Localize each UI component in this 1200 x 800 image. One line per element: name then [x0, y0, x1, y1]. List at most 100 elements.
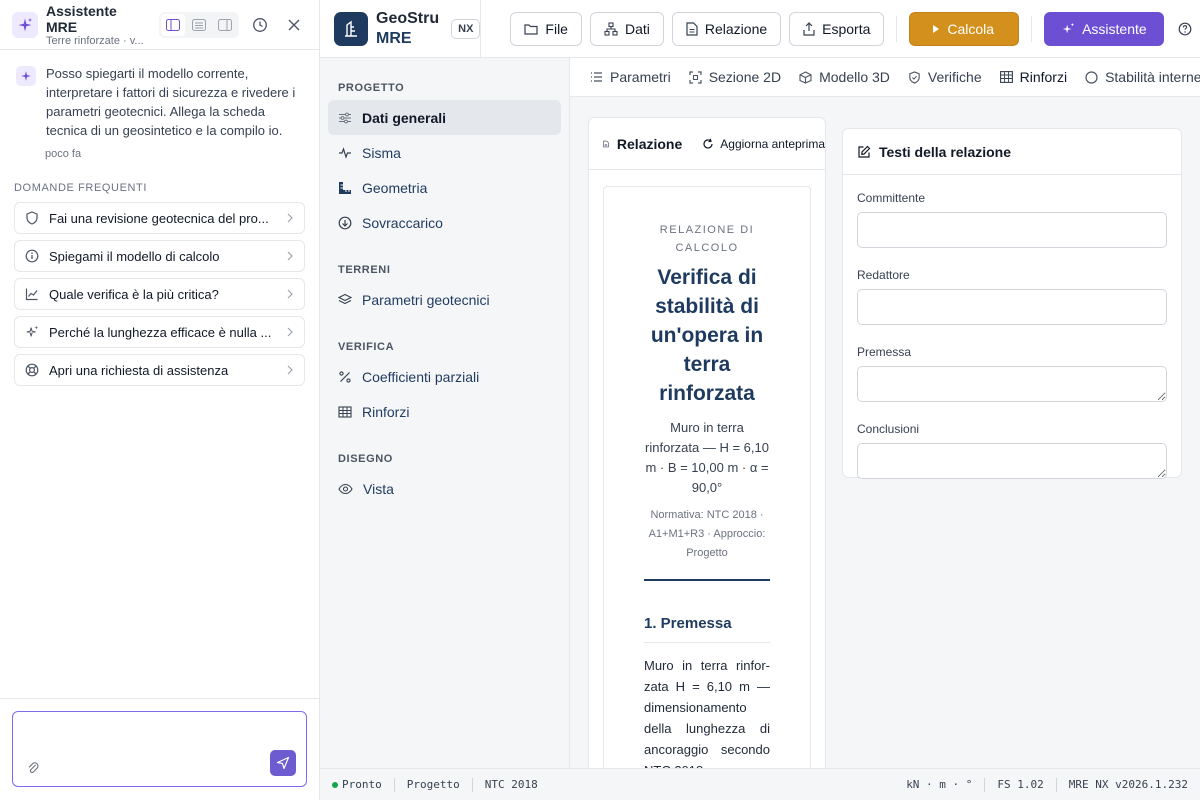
sparkle-icon: [1062, 22, 1075, 33]
nav-item-sovraccarico[interactable]: Sovraccarico: [328, 205, 561, 240]
ruler-icon: [339, 181, 351, 194]
history-icon[interactable]: [247, 12, 273, 38]
refresh-icon: [703, 138, 713, 149]
report-document: RELAZIONE DI CALCOLO Verifica di stabili…: [603, 186, 811, 768]
report-texts-title: Testi della relazione: [879, 143, 1012, 160]
nav-item-coefficienti-parziali[interactable]: Coefficienti parziali: [328, 359, 561, 394]
assistant-subtitle: Terre rinforzate · v...: [46, 34, 144, 47]
send-button[interactable]: [270, 750, 296, 776]
tab-parametri[interactable]: Parametri: [590, 69, 671, 85]
report-section-heading: 1. Premessa: [644, 615, 732, 632]
conclusioni-label: Conclusioni: [857, 422, 920, 436]
status-bar: Pronto Progetto NTC 2018 kN · m · ° FS 1…: [320, 768, 1200, 800]
calcola-button[interactable]: Calcola: [909, 11, 1020, 46]
status-units: kN · m · °: [906, 778, 973, 791]
status-mode: Progetto: [406, 778, 460, 791]
tab-modello-3d[interactable]: Modello 3D: [799, 69, 890, 85]
premessa-label: Premessa: [857, 345, 912, 359]
help-icon[interactable]: [1172, 16, 1198, 42]
sparkle-icon: [26, 325, 39, 337]
tab-label: Verifiche: [927, 69, 982, 85]
layout-left-icon[interactable]: [161, 13, 185, 36]
nav-section-title: PROGETTO: [338, 82, 405, 94]
nav-item-parametri-geotecnici[interactable]: Parametri geotecnici: [328, 282, 561, 317]
tab-verifiche[interactable]: Verifiche: [908, 69, 982, 85]
nav-item-sisma[interactable]: Sisma: [328, 135, 561, 170]
tab-stabilita-interne[interactable]: Stabilità interne: [1085, 69, 1200, 85]
report-preview-header: Relazione Aggiorna anteprima: [589, 118, 825, 170]
chart-icon: [25, 288, 38, 301]
faq-label: Quale verifica è la più critica?: [49, 286, 219, 302]
nav-item-vista[interactable]: Vista: [328, 471, 561, 506]
report-kicker: RELAZIONE DI CALCOLO: [659, 224, 755, 254]
frame-icon: [689, 70, 702, 84]
esporta-label: Esporta: [822, 20, 871, 37]
update-preview-button[interactable]: Aggiorna anteprima: [702, 137, 825, 151]
dati-button[interactable]: Dati: [589, 11, 664, 46]
assistant-message: Posso spiegarti il modello corrente, int…: [0, 50, 319, 140]
nav-item-rinforzi[interactable]: Rinforzi: [328, 394, 561, 429]
tab-label: Stabilità interne: [1105, 69, 1200, 85]
premessa-textarea[interactable]: [857, 366, 1167, 402]
esporta-button[interactable]: Esporta: [789, 11, 885, 46]
folder-icon: [524, 23, 539, 35]
close-icon[interactable]: [281, 12, 307, 38]
faq-label: Perché la lunghezza efficace è nulla ...: [49, 324, 272, 340]
composer-area: [0, 698, 319, 800]
nav-item-dati-generali[interactable]: Dati generali: [328, 100, 561, 135]
relazione-label: Relazione: [704, 20, 768, 37]
faq-item[interactable]: Fai una revisione geotecnica del pro...: [14, 202, 305, 234]
conclusioni-textarea[interactable]: [857, 443, 1167, 479]
nav-section-title: VERIFICA: [338, 341, 395, 353]
section-divider: [644, 642, 770, 643]
list-icon: [591, 72, 602, 82]
send-icon: [276, 756, 290, 770]
faq-item[interactable]: Perché la lunghezza efficace è nulla ...: [14, 316, 305, 348]
shield-check-icon: [909, 70, 920, 84]
report-body-text: Muro in terra rinfor­zata H = 6,10 m — d…: [644, 658, 770, 768]
status-divider: [1055, 777, 1057, 792]
relazione-button[interactable]: Relazione: [671, 11, 782, 46]
assistant-message-text: Posso spiegarti il modello corrente, int…: [46, 66, 296, 138]
status-divider: [984, 777, 986, 792]
nav-item-geometria[interactable]: Geometria: [328, 170, 561, 205]
file-button[interactable]: File: [510, 11, 582, 46]
report-title: Verifica di stabilità di un'opera in ter…: [650, 266, 764, 405]
brand-name: GeoStru MRE: [376, 9, 439, 49]
faq-item[interactable]: Apri una richiesta di assistenza: [14, 354, 305, 386]
faq-item[interactable]: Quale verifica è la più critica?: [14, 278, 305, 310]
paperclip-icon[interactable]: [27, 761, 39, 778]
lifebuoy-icon: [25, 363, 39, 377]
percent-icon: [339, 370, 351, 383]
faq-item[interactable]: Spiegami il modello di calcolo: [14, 240, 305, 272]
status-state: Pronto: [342, 778, 382, 791]
toolbar-divider: [896, 15, 898, 42]
message-input[interactable]: [21, 718, 297, 754]
tab-sezione-2d[interactable]: Sezione 2D: [689, 69, 781, 85]
nav-item-label: Coefficienti parziali: [362, 368, 480, 385]
redattore-label: Redattore: [857, 268, 910, 282]
nav-item-label: Vista: [363, 480, 394, 497]
redattore-input[interactable]: [857, 289, 1167, 325]
toolbar-divider: [1031, 15, 1033, 42]
assistente-button[interactable]: Assistente: [1044, 11, 1164, 46]
tab-rinforzi[interactable]: Rinforzi: [999, 69, 1068, 85]
sparkle-icon: [12, 11, 38, 38]
file-label: File: [545, 20, 568, 37]
circle-icon: [1085, 70, 1098, 84]
chevron-right-icon: [287, 213, 293, 223]
brand-product: MRE: [376, 29, 412, 47]
document-icon: [603, 140, 609, 147]
layout-right-icon[interactable]: [213, 14, 237, 36]
committente-label: Committente: [857, 191, 926, 205]
brand: GeoStru MRE NX: [320, 0, 482, 58]
layout-center-icon[interactable]: [187, 14, 211, 36]
grid-icon: [338, 405, 352, 418]
status-divider: [393, 777, 395, 792]
chevron-right-icon: [287, 327, 293, 337]
info-icon: [25, 249, 39, 263]
document-icon: [686, 21, 698, 36]
committente-input[interactable]: [857, 212, 1167, 248]
chevron-right-icon: [287, 251, 293, 261]
tab-label: Rinforzi: [1019, 69, 1068, 85]
